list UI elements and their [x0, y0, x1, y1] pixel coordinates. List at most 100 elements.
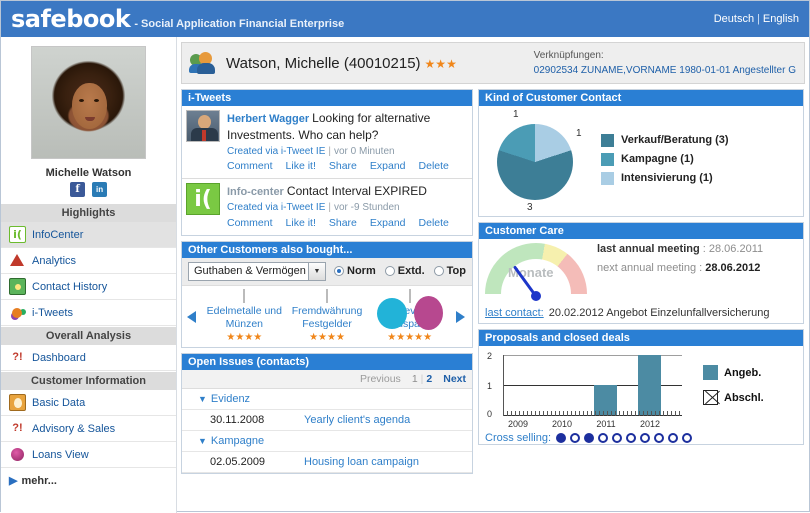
sidebar-item-label: Dashboard: [32, 351, 86, 364]
bar-2012: [638, 355, 661, 415]
legend-label: Kampagne (1): [621, 153, 694, 165]
legend-label: Angeb.: [724, 366, 762, 379]
cross-selling-dot[interactable]: [556, 433, 567, 443]
sidebar-item-dashboard[interactable]: Dashboard: [1, 345, 176, 371]
cross-selling-dot[interactable]: [626, 433, 637, 443]
radio-extd[interactable]: Extd.: [384, 265, 425, 277]
linkedin-icon[interactable]: in: [92, 182, 108, 197]
tweet-author[interactable]: Info-center: [227, 186, 284, 198]
last-annual-meeting-sep: :: [702, 243, 706, 255]
legend-item: Abschl.: [703, 390, 764, 405]
tweet-comment-link[interactable]: Comment: [227, 160, 273, 172]
product-controls: Guthaben & Vermögen ▼ Norm Extd. Top: [182, 257, 472, 286]
cross-selling-dot[interactable]: [598, 433, 609, 443]
sidebar-item-contact-history[interactable]: Contact History: [1, 274, 176, 300]
tweet-expand-link[interactable]: Expand: [370, 160, 406, 172]
sidebar-item-label: InfoCenter: [32, 228, 84, 241]
pagination-page-1[interactable]: 1: [412, 373, 418, 385]
cross-selling-dot[interactable]: [640, 433, 651, 443]
last-contact-link[interactable]: last contact:: [485, 307, 544, 319]
product-item[interactable]: Clever Bausparen ★★★★★: [368, 288, 451, 343]
legend-item: Verkauf/Beratung (3): [601, 133, 729, 147]
tweet-item: Info-center Contact Interval EXPIRED Cre…: [182, 178, 472, 235]
panel-title: Proposals and closed deals: [479, 330, 803, 346]
tweet-expand-link[interactable]: Expand: [370, 217, 406, 229]
cross-selling-dot[interactable]: [668, 433, 679, 443]
issue-group-header[interactable]: ▼ Evidenz: [182, 389, 472, 411]
linked-records-value[interactable]: 02902534 ZUNAME,VORNAME 1980-01-01 Anges…: [534, 65, 796, 76]
table-row[interactable]: 30.11.2008 Yearly client's agenda: [182, 410, 472, 432]
panel-title: Other Customers also bought...: [182, 241, 472, 258]
chevron-down-icon: ▼: [198, 436, 207, 447]
sidebar-item-label: Contact History: [32, 280, 108, 293]
legend-swatch: [601, 171, 614, 185]
care-meetings: last annual meeting : 28.06.2011 next an…: [597, 243, 763, 299]
radio-norm[interactable]: Norm: [334, 265, 376, 277]
infocenter-icon: [9, 226, 26, 243]
tweet-like-link[interactable]: Like it!: [286, 160, 316, 172]
product-item[interactable]: Fremdwährung Festgelder ★★★★: [286, 288, 369, 343]
last-contact-text: 20.02.2012 Angebot Einzelunfallversicher…: [548, 307, 770, 319]
cross-selling-row: Cross selling:: [479, 429, 803, 444]
tweet-comment-link[interactable]: Comment: [227, 217, 273, 229]
cross-selling-label: Cross selling:: [485, 432, 552, 444]
linked-records: Verknüpfungen: 02902534 ZUNAME,VORNAME 1…: [534, 50, 796, 76]
tweet-age: vor 0 Minuten: [333, 145, 395, 157]
basic-data-icon: [9, 394, 26, 411]
pagination-next[interactable]: Next: [443, 373, 466, 385]
tweet-share-link[interactable]: Share: [329, 217, 357, 229]
lang-de-link[interactable]: Deutsch: [714, 13, 754, 25]
tweet-share-link[interactable]: Share: [329, 160, 357, 172]
plot-area: [503, 355, 682, 416]
cross-selling-dot[interactable]: [612, 433, 623, 443]
lang-en-link[interactable]: English: [763, 13, 799, 25]
issue-group-header[interactable]: ▼ Kampagne: [182, 431, 472, 453]
issue-subject: Housing loan campaign: [304, 456, 419, 469]
facebook-icon[interactable]: f: [69, 182, 85, 197]
product-category-select[interactable]: Guthaben & Vermögen ▼: [188, 261, 327, 281]
i-tweets-icon: [9, 304, 26, 321]
carousel-prev-arrow-icon[interactable]: [184, 307, 203, 327]
tweet-author[interactable]: Herbert Wagger: [227, 113, 309, 125]
cross-selling-dot[interactable]: [570, 433, 581, 443]
tweet-age: vor -9 Stunden: [333, 202, 400, 214]
loans-view-icon: [9, 446, 26, 463]
pie-label-intensivierung: 1: [576, 128, 582, 139]
sidebar-item-infocenter[interactable]: InfoCenter: [1, 222, 176, 248]
tweet-like-link[interactable]: Like it!: [286, 217, 316, 229]
brand-tagline: - Social Application Financial Enterpris…: [134, 18, 345, 30]
sidebar-item-loans-view[interactable]: Loans View: [1, 442, 176, 468]
product-item[interactable]: Edelmetalle und Münzen ★★★★: [203, 288, 286, 343]
tweet-delete-link[interactable]: Delete: [419, 217, 449, 229]
cross-selling-dot[interactable]: [682, 433, 693, 443]
customer-title-text: Watson, Michelle (40010215): [226, 54, 421, 72]
cross-selling-dot[interactable]: [654, 433, 665, 443]
customer-group-icon: [189, 52, 216, 74]
sidebar-group-highlights: Highlights: [1, 203, 176, 222]
y-tick-1: 1: [487, 381, 493, 391]
tweet-delete-link[interactable]: Delete: [419, 160, 449, 172]
pagination-page-2[interactable]: 2: [426, 373, 432, 385]
customer-rating-stars: ★★★: [424, 56, 457, 71]
product-thumbnail: [408, 288, 411, 303]
tweet-actions: Comment Like it! Share Expand Delete: [227, 159, 470, 173]
pagination: Previous 1 | 2 Next: [182, 370, 472, 390]
sidebar-item-i-tweets[interactable]: i-Tweets: [1, 300, 176, 326]
customer-photo: [31, 46, 146, 159]
x-tick-2009: 2009: [507, 419, 529, 429]
radio-top[interactable]: Top: [433, 265, 466, 277]
sidebar-item-advisory-sales[interactable]: Advisory & Sales: [1, 416, 176, 442]
legend-swatch-abschl: [703, 390, 718, 405]
sidebar-item-analytics[interactable]: Analytics: [1, 248, 176, 274]
issue-subject: Yearly client's agenda: [304, 414, 411, 427]
sidebar-item-basic-data[interactable]: Basic Data: [1, 390, 176, 416]
page-title: Watson, Michelle (40010215) ★★★: [226, 55, 457, 72]
table-row[interactable]: 02.05.2009 Housing loan campaign: [182, 452, 472, 474]
cross-selling-dot[interactable]: [584, 433, 595, 443]
pagination-previous[interactable]: Previous: [360, 373, 401, 385]
gauge-hub: [531, 291, 541, 301]
carousel-next-arrow-icon[interactable]: [451, 307, 470, 327]
legend-label: Abschl.: [724, 391, 764, 404]
panel-title: Open Issues (contacts): [182, 354, 472, 371]
sidebar-more-link[interactable]: ▶ mehr...: [1, 468, 176, 493]
